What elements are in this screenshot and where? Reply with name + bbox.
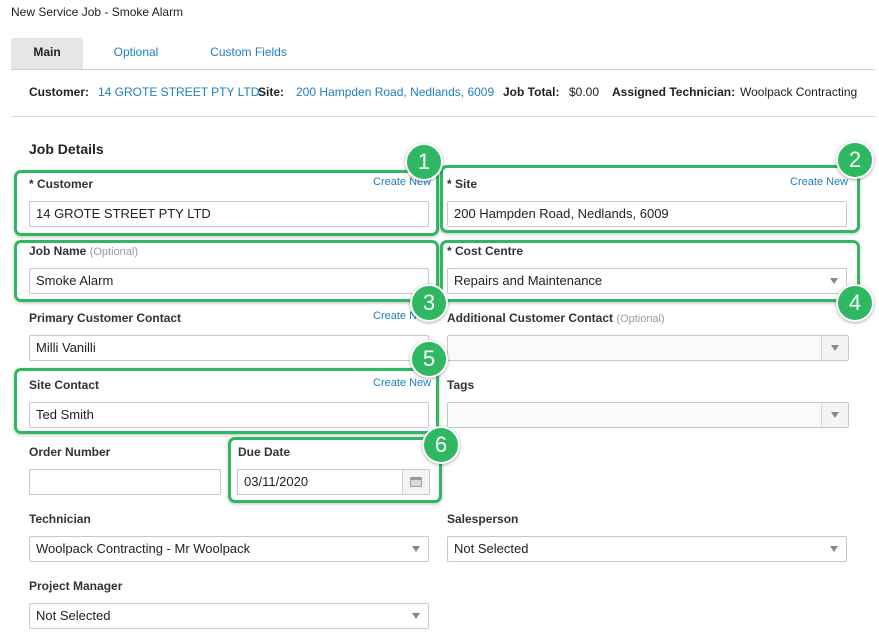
highlight-site-contact [14, 368, 439, 434]
project-manager-select[interactable]: Not Selected [29, 603, 429, 629]
chevron-down-icon [830, 546, 838, 552]
highlight-job-name [14, 240, 439, 302]
salesperson-selected: Not Selected [454, 541, 529, 556]
additional-contact-optional-hint: (Optional) [616, 313, 665, 325]
additional-contact-label-text: Additional Customer Contact [447, 311, 614, 325]
order-number-field[interactable] [29, 469, 221, 495]
callout-badge-2: 2 [836, 141, 874, 179]
chevron-down-icon [412, 613, 420, 619]
highlight-customer [14, 170, 439, 236]
dropdown-button [821, 336, 848, 360]
technician-select[interactable]: Woolpack Contracting - Mr Woolpack [29, 536, 429, 562]
summary-site-label: Site: [258, 85, 285, 99]
callout-badge-4: 4 [836, 284, 874, 322]
primary-contact-select[interactable]: Milli Vanilli [29, 335, 429, 361]
tags-label: Tags [447, 378, 475, 392]
summary-technician-label: Assigned Technician: [612, 85, 736, 99]
chevron-down-icon [831, 412, 839, 418]
summary-site-link[interactable]: 200 Hampden Road, Nedlands, 6009 [296, 85, 494, 99]
summary-job-total-value: $0.00 [569, 85, 600, 99]
summary-technician-value: Woolpack Contracting [740, 85, 858, 99]
divider [11, 116, 875, 117]
tab-bar: Main Optional Custom Fields [11, 38, 875, 70]
callout-badge-3: 3 [410, 284, 448, 322]
section-title: Job Details [29, 141, 104, 157]
tags-select[interactable] [447, 402, 849, 428]
chevron-down-icon [831, 345, 839, 351]
summary-customer-link[interactable]: 14 GROTE STREET PTY LTD [98, 85, 259, 99]
page-title: New Service Job - Smoke Alarm [11, 5, 184, 19]
callout-badge-5: 5 [410, 340, 448, 378]
primary-contact-selected: Milli Vanilli [36, 340, 96, 355]
summary-customer-label: Customer: [29, 85, 90, 99]
callout-badge-1: 1 [405, 143, 443, 181]
dropdown-button [821, 403, 848, 427]
tab-main[interactable]: Main [11, 38, 83, 69]
additional-contact-label: Additional Customer Contact (Optional) [447, 311, 665, 325]
salesperson-select[interactable]: Not Selected [447, 536, 847, 562]
project-manager-label: Project Manager [29, 579, 123, 593]
additional-contact-select[interactable] [447, 335, 849, 361]
callout-badge-6: 6 [422, 426, 460, 464]
highlight-cost-centre [440, 240, 860, 302]
order-number-label: Order Number [29, 445, 111, 459]
chevron-down-icon [412, 546, 420, 552]
technician-selected: Woolpack Contracting - Mr Woolpack [36, 541, 251, 556]
technician-label: Technician [29, 512, 91, 526]
primary-contact-label: Primary Customer Contact [29, 311, 182, 325]
summary-job-total-label: Job Total: [503, 85, 560, 99]
project-manager-selected: Not Selected [36, 608, 111, 623]
tab-optional[interactable]: Optional [91, 38, 181, 69]
salesperson-label: Salesperson [447, 512, 519, 526]
highlight-site [440, 165, 860, 233]
highlight-due-date [228, 437, 442, 503]
tab-custom-fields[interactable]: Custom Fields [196, 38, 301, 69]
